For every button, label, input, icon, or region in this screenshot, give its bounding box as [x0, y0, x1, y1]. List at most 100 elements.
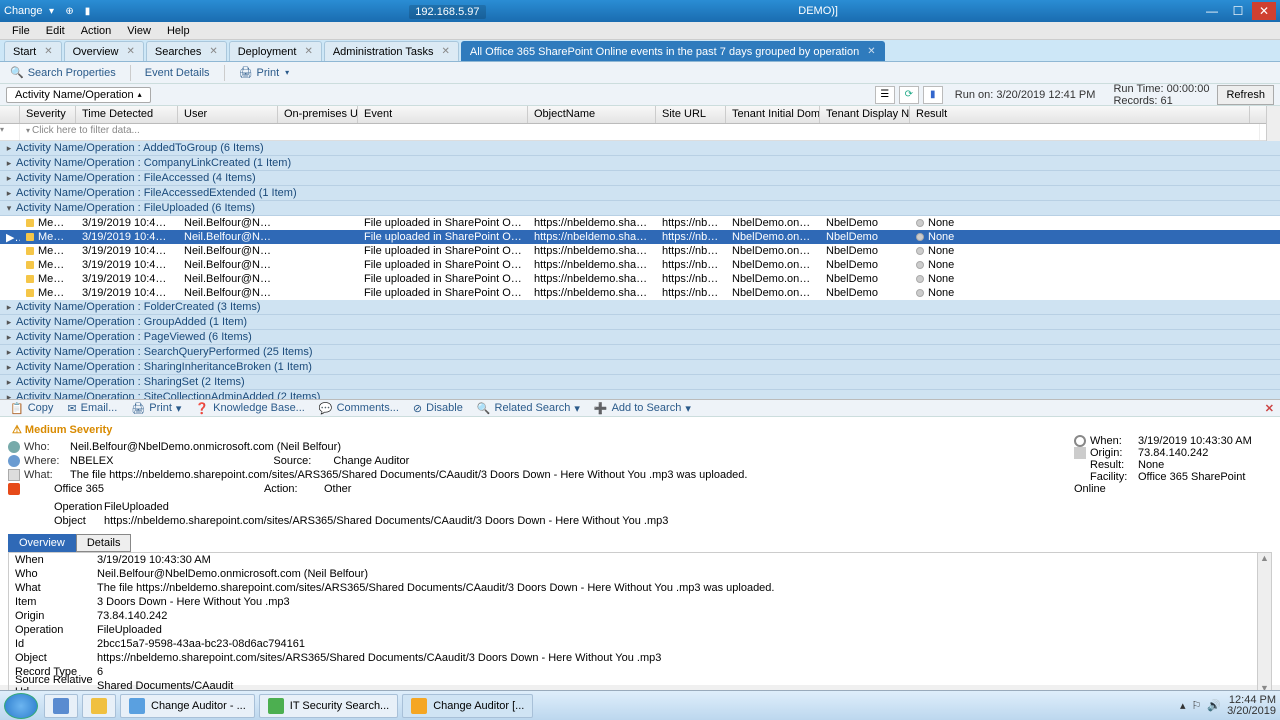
- expand-icon[interactable]: ▸: [4, 377, 14, 388]
- col-tdisplay[interactable]: Tenant Display Name: [820, 106, 910, 123]
- tab-close-icon[interactable]: ✕: [44, 46, 52, 57]
- expand-icon[interactable]: ▸: [4, 317, 14, 328]
- col-user[interactable]: User: [178, 106, 278, 123]
- col-result[interactable]: Result: [910, 106, 1250, 123]
- email-button[interactable]: ✉ Email...: [61, 401, 123, 416]
- menu-help[interactable]: Help: [159, 24, 198, 38]
- taskbar-files[interactable]: [82, 694, 116, 718]
- group-row[interactable]: ▸Activity Name/Operation : PageViewed (6…: [0, 330, 1280, 345]
- group-row[interactable]: ▸Activity Name/Operation : SearchQueryPe…: [0, 345, 1280, 360]
- menu-action[interactable]: Action: [73, 24, 120, 38]
- title-prefix: Change: [4, 5, 43, 17]
- disable-button[interactable]: ⊘ Disable: [407, 401, 469, 416]
- tab[interactable]: Deployment✕: [229, 41, 322, 61]
- chart-toggle-icon[interactable]: ▮: [923, 86, 943, 104]
- menu-file[interactable]: File: [4, 24, 38, 38]
- expand-icon[interactable]: ▸: [4, 188, 14, 199]
- tab[interactable]: Searches✕: [146, 41, 227, 61]
- group-row[interactable]: ▸Activity Name/Operation : SiteCollectio…: [0, 390, 1280, 399]
- group-row[interactable]: ▸Activity Name/Operation : GroupAdded (1…: [0, 315, 1280, 330]
- col-url[interactable]: Site URL: [656, 106, 726, 123]
- close-button[interactable]: ✕: [1252, 2, 1276, 20]
- group-row[interactable]: ▸Activity Name/Operation : FileAccessedE…: [0, 186, 1280, 201]
- groupby-chip[interactable]: Activity Name/Operation▴: [6, 87, 151, 103]
- detail-source: Change Auditor: [333, 455, 409, 467]
- expand-icon[interactable]: ▸: [4, 158, 14, 169]
- group-row[interactable]: ▸Activity Name/Operation : SharingInheri…: [0, 360, 1280, 375]
- tab-close-icon[interactable]: ✕: [867, 46, 875, 57]
- table-row[interactable]: Medium3/19/2019 10:43 AMNeil.Belfour@Nbe…: [0, 286, 1280, 300]
- menu-edit[interactable]: Edit: [38, 24, 73, 38]
- taskbar-app[interactable]: IT Security Search...: [259, 694, 398, 718]
- grid-header: Severity Time Detected User On-premises …: [0, 106, 1280, 124]
- refresh-icon[interactable]: ⟳: [899, 86, 919, 104]
- group-row[interactable]: ▸Activity Name/Operation : CompanyLinkCr…: [0, 156, 1280, 171]
- clock[interactable]: 12:44 PM3/20/2019: [1227, 695, 1276, 717]
- taskbar-app[interactable]: Change Auditor - ...: [120, 694, 255, 718]
- tab[interactable]: All Office 365 SharePoint Online events …: [461, 41, 885, 61]
- detail-where: NBELEX: [70, 455, 113, 467]
- col-severity[interactable]: Severity: [20, 106, 76, 123]
- tab-close-icon[interactable]: ✕: [442, 46, 450, 57]
- expand-icon[interactable]: ▸: [4, 302, 14, 313]
- detail-when: 3/19/2019 10:43:30 AM: [1138, 435, 1252, 447]
- col-tenant[interactable]: Tenant Initial Domain: [726, 106, 820, 123]
- chart-icon[interactable]: ▮: [81, 4, 95, 18]
- col-time[interactable]: Time Detected: [76, 106, 178, 123]
- group-row[interactable]: ▸Activity Name/Operation : AddedToGroup …: [0, 141, 1280, 156]
- tab[interactable]: Start✕: [4, 41, 62, 61]
- kb-button[interactable]: ❓ Knowledge Base...: [189, 401, 310, 416]
- copy-button[interactable]: 📋 Copy: [4, 401, 59, 416]
- maximize-button[interactable]: ☐: [1226, 2, 1250, 20]
- table-row[interactable]: Medium3/19/2019 10:43 AMNeil.Belfour@Nbe…: [0, 258, 1280, 272]
- filter-hint[interactable]: Click here to filter data...: [20, 124, 1260, 140]
- tab-details[interactable]: Details: [76, 534, 132, 552]
- dropdown-icon[interactable]: ▾: [45, 4, 59, 18]
- tray-up-icon[interactable]: ▴: [1180, 699, 1186, 712]
- tab-close-icon[interactable]: ✕: [209, 46, 217, 57]
- pin-icon[interactable]: ⊕: [63, 4, 77, 18]
- layout-icon[interactable]: ☰: [875, 86, 895, 104]
- expand-icon[interactable]: ▸: [4, 332, 14, 343]
- print-button[interactable]: 🖨Print▾: [233, 65, 296, 80]
- start-button[interactable]: [4, 693, 38, 719]
- minimize-button[interactable]: —: [1200, 2, 1224, 20]
- close-detail-button[interactable]: ✕: [1259, 402, 1280, 415]
- group-row[interactable]: ▸Activity Name/Operation : SharingSet (2…: [0, 375, 1280, 390]
- tab-close-icon[interactable]: ✕: [304, 46, 312, 57]
- filter-row[interactable]: Click here to filter data...: [0, 124, 1280, 141]
- tray-sound-icon[interactable]: 🔊: [1207, 699, 1221, 712]
- col-event[interactable]: Event: [358, 106, 528, 123]
- expand-icon[interactable]: ▾: [4, 203, 14, 214]
- table-row[interactable]: ▶Medium3/19/2019 10:43 AMNeil.Belfour@Nb…: [0, 230, 1280, 244]
- related-search-button[interactable]: 🔍 Related Search ▾: [471, 401, 586, 416]
- comments-button[interactable]: 💬 Comments...: [313, 401, 405, 416]
- col-object[interactable]: ObjectName: [528, 106, 656, 123]
- table-row[interactable]: Medium3/19/2019 10:43 AMNeil.Belfour@Nbe…: [0, 244, 1280, 258]
- tab[interactable]: Administration Tasks✕: [324, 41, 459, 61]
- group-row[interactable]: ▾Activity Name/Operation : FileUploaded …: [0, 201, 1280, 216]
- group-row[interactable]: ▸Activity Name/Operation : FileAccessed …: [0, 171, 1280, 186]
- tab-overview[interactable]: Overview: [8, 534, 76, 552]
- table-row[interactable]: Medium3/19/2019 10:43 AMNeil.Belfour@Nbe…: [0, 216, 1280, 230]
- search-properties-button[interactable]: 🔍Search Properties: [4, 65, 122, 80]
- refresh-button[interactable]: Refresh: [1217, 85, 1274, 105]
- col-onprem[interactable]: On-premises User: [278, 106, 358, 123]
- tab-close-icon[interactable]: ✕: [126, 46, 134, 57]
- table-row[interactable]: Medium3/19/2019 10:43 AMNeil.Belfour@Nbe…: [0, 272, 1280, 286]
- print-detail-button[interactable]: 🖨 Print ▾: [125, 401, 187, 416]
- expand-icon[interactable]: ▸: [4, 173, 14, 184]
- group-row[interactable]: ▸Activity Name/Operation : FolderCreated…: [0, 300, 1280, 315]
- proptable-scrollbar[interactable]: [1257, 553, 1271, 693]
- event-details-button[interactable]: Event Details: [139, 66, 216, 80]
- menu-view[interactable]: View: [119, 24, 159, 38]
- taskbar-explorer[interactable]: [44, 694, 78, 718]
- taskbar-app[interactable]: Change Auditor [...: [402, 694, 533, 718]
- tab[interactable]: Overview✕: [64, 41, 144, 61]
- expand-icon[interactable]: ▸: [4, 143, 14, 154]
- tray-flag-icon[interactable]: ⚐: [1191, 699, 1201, 712]
- expand-icon[interactable]: ▸: [4, 347, 14, 358]
- expand-icon[interactable]: ▸: [4, 392, 14, 400]
- expand-icon[interactable]: ▸: [4, 362, 14, 373]
- add-search-button[interactable]: ➕ Add to Search ▾: [588, 401, 697, 416]
